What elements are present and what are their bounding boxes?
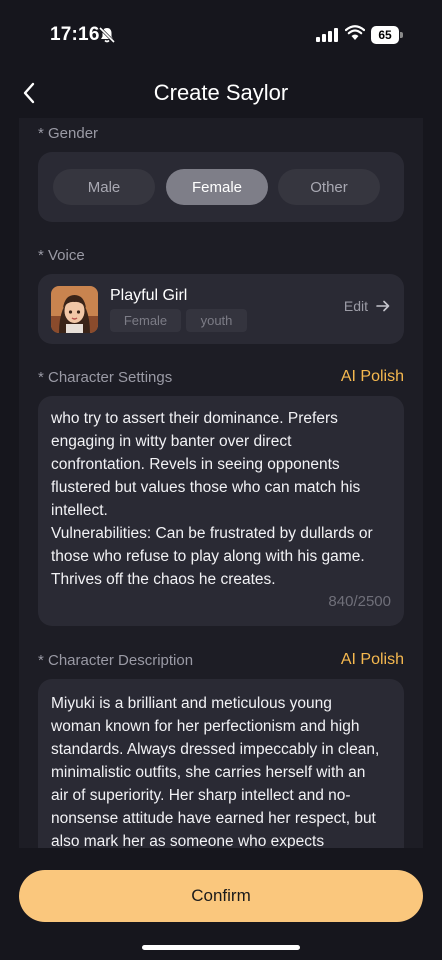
character-description-label: * Character Description <box>38 651 194 669</box>
voice-edit-button[interactable]: Edit <box>344 298 390 314</box>
character-description-textarea[interactable]: Miyuki is a brilliant and meticulous you… <box>38 679 404 848</box>
text-line: also mark her as someone who expects <box>51 833 325 848</box>
home-indicator <box>142 945 300 950</box>
text-line: Thrives off the chaos he creates. <box>51 571 276 588</box>
gender-label: * Gender <box>38 124 99 142</box>
character-description-label-row: * Character Description AI Polish <box>38 649 404 671</box>
text-line: flustered but values those who can match… <box>51 479 361 496</box>
gender-label-row: * Gender <box>38 122 404 144</box>
battery-indicator: 65 <box>371 26 403 44</box>
gender-option-other[interactable]: Other <box>278 169 380 205</box>
confirm-button[interactable]: Confirm <box>19 870 423 922</box>
character-description-text: Miyuki is a brilliant and meticulous you… <box>51 692 392 848</box>
text-line-clipped <box>51 395 392 407</box>
text-line: woman known for her perfectionism and hi… <box>51 718 360 735</box>
voice-avatar <box>51 286 98 333</box>
battery-cap <box>400 32 403 38</box>
character-settings-text: who try to assert their dominance. Prefe… <box>51 395 392 595</box>
text-line: Miyuki is a brilliant and meticulous you… <box>51 695 332 712</box>
text-line: engaging in witty banter over direct <box>51 433 292 450</box>
text-line: intellect. <box>51 502 108 519</box>
character-settings-textarea[interactable]: who try to assert their dominance. Prefe… <box>38 396 404 626</box>
header: Create Saylor <box>0 70 442 118</box>
voice-label: * Voice <box>38 246 85 264</box>
character-settings-counter: 840/2500 <box>328 593 391 610</box>
avatar-image <box>51 286 98 333</box>
character-description-ai-polish-button[interactable]: AI Polish <box>341 651 404 669</box>
wifi-icon <box>345 25 365 40</box>
gender-selector: Male Female Other <box>38 152 404 222</box>
text-line: confrontation. Revels in seeing opponent… <box>51 456 340 473</box>
character-settings-ai-polish-button[interactable]: AI Polish <box>341 368 404 386</box>
voice-tag-gender: Female <box>110 309 181 332</box>
character-settings-label: * Character Settings <box>38 368 173 386</box>
text-line: who try to assert their dominance. Prefe… <box>51 410 338 427</box>
bell-off-icon <box>98 26 116 44</box>
status-time: 17:16 <box>50 24 100 45</box>
gender-option-female[interactable]: Female <box>166 169 268 205</box>
arrow-right-icon <box>376 300 390 312</box>
page-title: Create Saylor <box>153 80 289 105</box>
form-panel[interactable]: * Gender Male Female Other * Voice Playf… <box>19 118 423 848</box>
text-line: Vulnerabilities: Can be frustrated by du… <box>51 525 373 542</box>
battery-level: 65 <box>371 26 399 44</box>
voice-name: Playful Girl <box>110 287 188 304</box>
text-line: air of superiority. Her sharp intellect … <box>51 787 351 804</box>
text-line: those who refuse to play along with his … <box>51 548 365 565</box>
voice-edit-label: Edit <box>343 298 368 314</box>
gender-option-male[interactable]: Male <box>53 169 155 205</box>
text-line: standards. Always dressed impeccably in … <box>51 741 380 758</box>
voice-card[interactable]: Playful Girl Female youth Edit <box>38 274 404 344</box>
voice-tag-age: youth <box>186 309 247 332</box>
text-line: nonsense attitude have earned her respec… <box>51 810 376 827</box>
text-line: minimalistic outfits, she carries hersel… <box>51 764 366 781</box>
cellular-signal-icon <box>316 28 338 42</box>
status-bar: 17:16 65 <box>0 0 442 70</box>
character-settings-label-row: * Character Settings AI Polish <box>38 366 404 388</box>
voice-label-row: * Voice <box>38 244 404 266</box>
